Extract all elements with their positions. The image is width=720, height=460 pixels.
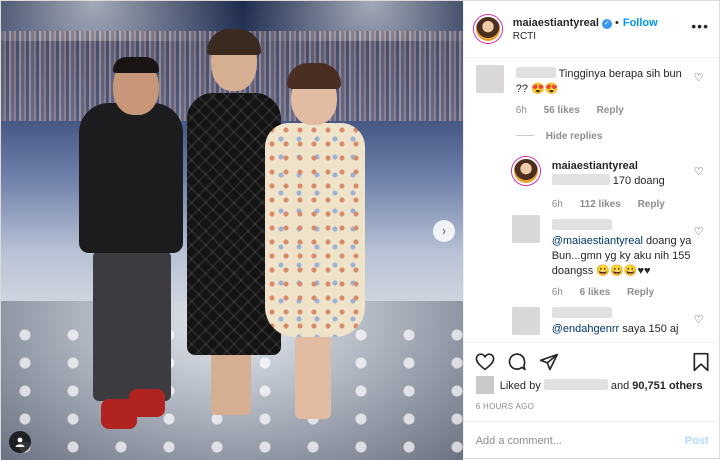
person-right-legs bbox=[295, 335, 331, 419]
comment-likes[interactable]: 56 likes bbox=[544, 105, 580, 116]
avatar[interactable] bbox=[473, 15, 502, 43]
bookmark-icon[interactable] bbox=[690, 351, 712, 373]
action-bar bbox=[463, 342, 720, 378]
reply-avatar[interactable] bbox=[511, 157, 540, 185]
add-comment-bar: Add a comment... Post bbox=[463, 421, 720, 459]
comment-heart-icon[interactable]: ♡ bbox=[694, 225, 704, 238]
follow-button[interactable]: Follow bbox=[623, 17, 658, 29]
reply-avatar[interactable] bbox=[511, 215, 540, 243]
comment-meta: 6h 56 likes Reply bbox=[516, 105, 638, 116]
header-info: maiaestiantyreal ✓ • Follow RCTI bbox=[513, 17, 658, 42]
comment-icon[interactable] bbox=[506, 351, 528, 373]
liker-avatar[interactable] bbox=[475, 376, 494, 394]
person-right-hair bbox=[287, 63, 341, 89]
reply-meta: 6h 6 likes Reply bbox=[552, 287, 669, 298]
mention-link[interactable]: @endahgenrr bbox=[552, 323, 619, 335]
blurred-text bbox=[551, 174, 610, 185]
reply-body: @maiaestiantyreal doang ya Bun...gmn yg … bbox=[551, 219, 692, 279]
hide-replies-label: Hide replies bbox=[545, 131, 603, 142]
reply-button[interactable]: Reply bbox=[597, 105, 624, 116]
likes-count-link[interactable]: 90,751 others bbox=[632, 380, 702, 392]
user-tag-icon[interactable] bbox=[9, 431, 31, 453]
post-timestamp[interactable]: 6 HOURS AGO bbox=[476, 402, 534, 411]
comment-input[interactable]: Add a comment... bbox=[476, 435, 685, 447]
comment-heart-icon[interactable]: ♡ bbox=[694, 313, 704, 326]
blurred-username bbox=[551, 219, 612, 230]
post-sidebar: maiaestiantyreal ✓ • Follow RCTI ••• Tingg… bbox=[462, 1, 720, 460]
chevron-right-icon[interactable]: › bbox=[433, 220, 455, 242]
separator-dot: • bbox=[615, 16, 619, 29]
comments-list: Tingginya berapa sih bun ?? 😍😍 ♡ 6h 56 l… bbox=[464, 59, 720, 341]
reply-button[interactable]: Reply bbox=[638, 199, 665, 210]
blurred-username bbox=[543, 379, 608, 390]
reply-likes[interactable]: 6 likes bbox=[580, 287, 611, 298]
location-link[interactable]: RCTI bbox=[513, 31, 658, 42]
verified-icon: ✓ bbox=[601, 18, 612, 29]
reply-text: saya 150 aj bbox=[622, 323, 679, 335]
blurred-username bbox=[551, 307, 612, 318]
reply-likes[interactable]: 112 likes bbox=[580, 199, 621, 210]
mention-link[interactable]: @maiaestiantyreal bbox=[552, 235, 643, 247]
liked-by-label: Liked by bbox=[499, 380, 541, 392]
reply-body: @endahgenrr saya 150 aj bbox=[551, 307, 692, 337]
comment-body: Tingginya berapa sih bun ?? 😍😍 bbox=[515, 67, 686, 97]
reply-username[interactable]: maiaestiantyreal bbox=[552, 159, 682, 174]
hide-replies-button[interactable]: Hide replies bbox=[515, 131, 603, 142]
person-left-legs bbox=[93, 251, 171, 401]
heart-icon[interactable] bbox=[474, 351, 496, 373]
blurred-username bbox=[515, 67, 556, 78]
person-left-shoe bbox=[129, 389, 165, 417]
post-comment-button[interactable]: Post bbox=[685, 435, 709, 447]
comment-avatar[interactable] bbox=[475, 65, 504, 93]
person-center-legs bbox=[211, 351, 251, 415]
post-header: maiaestiantyreal ✓ • Follow RCTI ••• bbox=[463, 1, 719, 58]
post-photo[interactable]: › bbox=[1, 1, 463, 460]
reply-meta: 6h 112 likes Reply bbox=[552, 199, 679, 210]
likes-summary: Liked by and 90,751 others bbox=[475, 376, 703, 394]
reply-button[interactable]: Reply bbox=[627, 287, 654, 298]
comment-time: 6h bbox=[515, 105, 527, 116]
instagram-post: › maiaestiantyreal ✓ • Follow RCTI ••• T… bbox=[0, 0, 720, 460]
comment-heart-icon[interactable]: ♡ bbox=[694, 71, 704, 84]
person-right-dress bbox=[265, 123, 365, 337]
reply-body: maiaestiantyreal 170 doang bbox=[551, 159, 682, 189]
person-left-jacket bbox=[79, 103, 183, 253]
username-link[interactable]: maiaestiantyreal bbox=[513, 17, 599, 29]
reply-avatar[interactable] bbox=[511, 307, 540, 335]
reply-time: 6h bbox=[551, 287, 563, 298]
comment-heart-icon[interactable]: ♡ bbox=[694, 165, 704, 178]
reply-time: 6h bbox=[551, 199, 563, 210]
more-options-icon[interactable]: ••• bbox=[691, 18, 709, 34]
reply-text: 170 doang bbox=[612, 175, 665, 187]
likes-and-label: and bbox=[610, 380, 630, 392]
person-left-hair bbox=[113, 57, 159, 73]
share-icon[interactable] bbox=[538, 351, 560, 373]
